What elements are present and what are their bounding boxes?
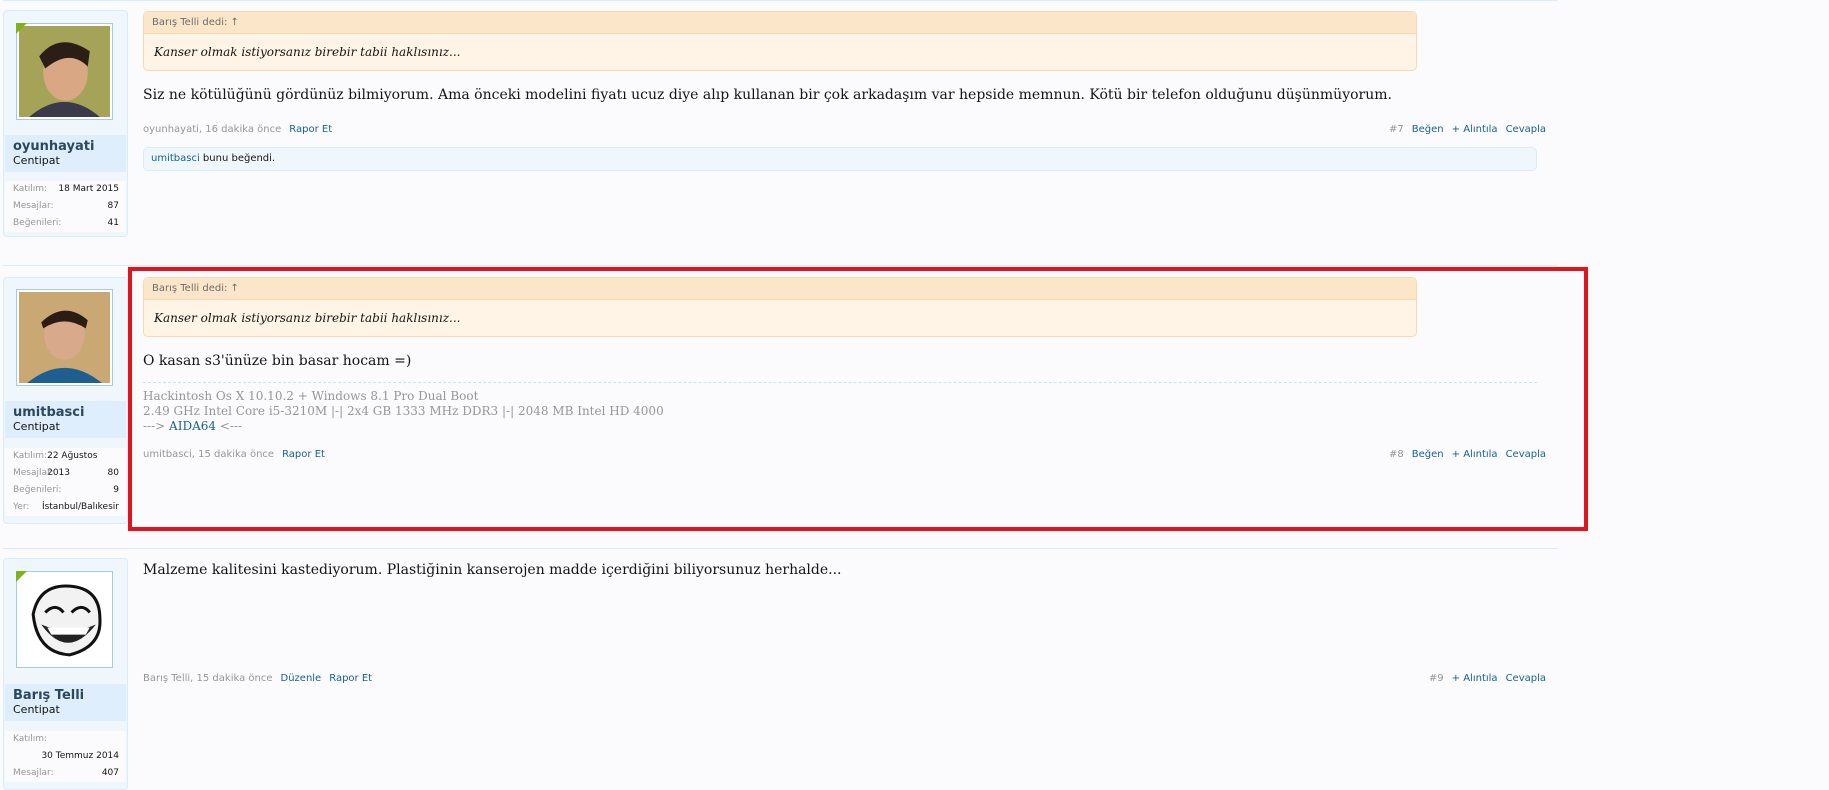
stat-row: Katılım: 22 Ağustos 2013	[5, 448, 126, 478]
report-link[interactable]: Rapor Et	[329, 673, 372, 684]
post-divider	[3, 0, 1558, 1]
post-meta: umitbasci, 15 dakika önce Rapor Et	[143, 449, 325, 460]
quote-text: Kanser olmak istiyorsanız birebir tabii …	[154, 45, 461, 59]
post-meta: Barış Telli, 15 dakika önce Düzenle Rapor …	[143, 673, 372, 684]
stat-key: Katılım:	[13, 734, 48, 744]
message-text: O kasan s3'ünüze bin basar hocam =)	[143, 353, 412, 369]
like-link[interactable]: Beğen	[1412, 124, 1444, 135]
stat-row: Katılım:	[5, 731, 126, 748]
quote-link[interactable]: + Alıntıla	[1452, 124, 1498, 135]
post-divider	[3, 548, 1558, 549]
stat-value: 18 Mart 2015	[58, 184, 119, 194]
signature-arrow: <---	[216, 419, 243, 433]
reply-link[interactable]: Cevapla	[1506, 124, 1546, 135]
likes-text: bunu beğendi.	[199, 153, 276, 164]
signature-line: Hackintosh Os X 10.10.2 + Windows 8.1 Pr…	[143, 389, 479, 403]
stat-row: Beğenileri: 9	[5, 482, 126, 499]
stat-key: Katılım:	[13, 184, 48, 194]
reply-link[interactable]: Cevapla	[1506, 449, 1546, 460]
aida64-link[interactable]: AIDA64	[169, 419, 216, 433]
post-number-link[interactable]: #7	[1389, 124, 1404, 135]
stat-value[interactable]: 407	[102, 765, 119, 782]
post-number-link[interactable]: #9	[1429, 673, 1444, 684]
report-link[interactable]: Rapor Et	[282, 449, 325, 460]
user-title: Centipat	[13, 154, 60, 167]
stat-row: Katılım: 18 Mart 2015	[5, 181, 126, 198]
username-link[interactable]: umitbasci	[13, 405, 118, 420]
likes-summary: umitbasci bunu beğendi.	[143, 147, 1537, 171]
stat-key: Katılım:	[13, 451, 48, 461]
quote-link[interactable]: + Alıntıla	[1452, 673, 1498, 684]
avatar[interactable]	[16, 23, 113, 120]
post-number-link[interactable]: #8	[1389, 449, 1404, 460]
avatar-image	[19, 574, 110, 665]
reply-link[interactable]: Cevapla	[1506, 673, 1546, 684]
post-controls: #9 + Alıntıla Cevapla	[1429, 673, 1546, 684]
stat-row: 30 Temmuz 2014	[5, 748, 126, 765]
author-time[interactable]: Barış Telli, 15 dakika önce	[143, 673, 273, 684]
stat-value: 22 Ağustos 2013	[47, 451, 98, 478]
user-name-block: Barış Telli Centipat	[5, 684, 126, 721]
like-link[interactable]: Beğen	[1412, 449, 1444, 460]
user-title: Centipat	[13, 703, 60, 716]
user-name-block: oyunhayati Centipat	[5, 135, 126, 172]
liker-link[interactable]: umitbasci	[151, 153, 200, 164]
stat-value[interactable]: 87	[108, 198, 119, 215]
avatar[interactable]	[16, 289, 113, 386]
user-panel: oyunhayati Centipat Katılım: 18 Mart 2015…	[3, 10, 128, 237]
quote-text: Kanser olmak istiyorsanız birebir tabii …	[154, 311, 461, 325]
signature-line: ---> AIDA64 <---	[143, 419, 1537, 434]
user-panel: umitbasci Centipat Katılım: 22 Ağustos 20…	[3, 277, 128, 524]
stat-value[interactable]: 80	[108, 465, 119, 482]
stat-value: 41	[107, 218, 119, 228]
avatar-image	[19, 292, 110, 383]
online-indicator	[16, 23, 27, 34]
report-link[interactable]: Rapor Et	[289, 124, 332, 135]
stat-row: Beğenileri: 41	[5, 215, 126, 232]
username-link[interactable]: oyunhayati	[13, 139, 118, 154]
user-stats: Katılım: 22 Ağustos 2013 Mesajlar: 80 Beğe…	[5, 448, 126, 516]
stat-key: Mesajlar:	[13, 768, 54, 778]
signature-arrow: --->	[143, 419, 170, 433]
post-controls: #8 Beğen + Alıntıla Cevapla	[1389, 449, 1546, 460]
user-stats: Katılım: 30 Temmuz 2014 Mesajlar: 407	[5, 731, 126, 782]
author-time[interactable]: oyunhayati, 16 dakika önce	[143, 124, 281, 135]
username-link[interactable]: Barış Telli	[13, 688, 118, 703]
online-indicator	[16, 571, 27, 582]
signature: Hackintosh Os X 10.10.2 + Windows 8.1 Pr…	[143, 382, 1537, 434]
stat-key: Yer:	[13, 502, 30, 512]
stat-key: Mesajlar:	[13, 201, 54, 211]
stat-value: 30 Temmuz 2014	[41, 751, 119, 761]
avatar-image	[19, 26, 110, 117]
post-meta: oyunhayati, 16 dakika önce Rapor Et	[143, 124, 332, 135]
post-divider	[3, 265, 1558, 266]
author-time[interactable]: umitbasci, 15 dakika önce	[143, 449, 274, 460]
message-text: Siz ne kötülüğünü gördünüz bilmiyorum. A…	[143, 87, 1392, 103]
stat-value: 9	[113, 485, 119, 495]
quote-block: Barış Telli dedi: ↑ Kanser olmak istiyor…	[143, 11, 1417, 71]
user-panel: Barış Telli Centipat Katılım: 30 Temmuz …	[3, 558, 128, 790]
message-text: Malzeme kalitesini kastediyorum. Plastiğ…	[143, 562, 842, 578]
stat-row: Mesajlar: 87	[5, 198, 126, 215]
quote-attribution[interactable]: Barış Telli dedi: ↑	[144, 12, 1416, 34]
quote-block: Barış Telli dedi: ↑ Kanser olmak istiyor…	[143, 277, 1417, 337]
avatar[interactable]	[16, 571, 113, 668]
signature-line: 2.49 GHz Intel Core i5-3210M |-| 2x4 GB …	[143, 404, 664, 418]
quote-attribution[interactable]: Barış Telli dedi: ↑	[144, 278, 1416, 300]
stat-key: Beğenileri:	[13, 218, 62, 228]
user-name-block: umitbasci Centipat	[5, 401, 126, 438]
post-controls: #7 Beğen + Alıntıla Cevapla	[1389, 124, 1546, 135]
stat-row: Yer: İstanbul/Balıkesir	[5, 499, 126, 516]
user-title: Centipat	[13, 420, 60, 433]
quote-link[interactable]: + Alıntıla	[1452, 449, 1498, 460]
stat-key: Mesajlar:	[13, 468, 54, 478]
edit-link[interactable]: Düzenle	[281, 673, 322, 684]
stat-value: İstanbul/Balıkesir	[41, 502, 119, 512]
stat-key: Beğenileri:	[13, 485, 62, 495]
stat-row: Mesajlar: 407	[5, 765, 126, 782]
user-stats: Katılım: 18 Mart 2015 Mesajlar: 87 Beğenil…	[5, 181, 126, 232]
